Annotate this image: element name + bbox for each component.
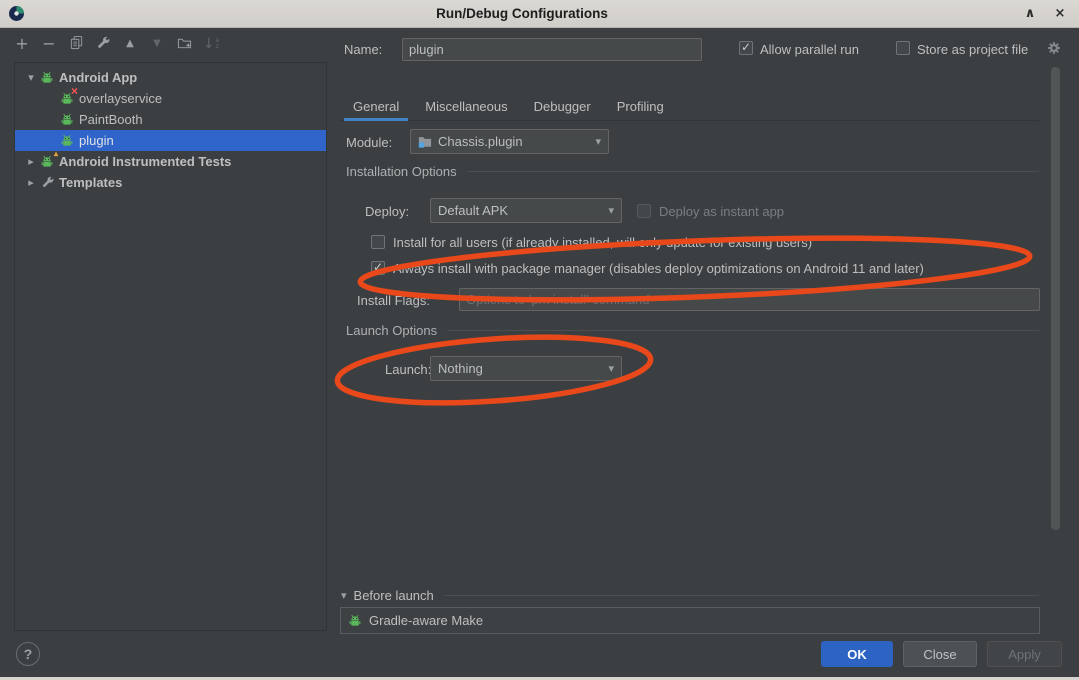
deploy-value: Default APK	[438, 203, 602, 218]
add-icon: +	[15, 37, 28, 51]
tab-profiling[interactable]: Profiling	[604, 92, 677, 120]
launch-dropdown[interactable]: Nothing ▾	[430, 356, 622, 381]
vertical-scrollbar[interactable]	[1051, 67, 1060, 530]
section-divider	[444, 595, 1039, 596]
android-studio-app-icon	[8, 5, 25, 22]
wrench-icon	[96, 36, 110, 53]
before-launch-title: Before launch	[354, 588, 434, 603]
close-window-icon[interactable]: ×	[1049, 6, 1071, 21]
android-icon	[347, 613, 363, 628]
move-down-button[interactable]: ▼	[148, 35, 166, 53]
close-button[interactable]: Close	[903, 641, 977, 667]
tab-miscellaneous[interactable]: Miscellaneous	[412, 92, 520, 120]
run-debug-configurations-dialog: Run/Debug Configurations ∧ × + −	[0, 0, 1079, 680]
deploy-label: Deploy:	[365, 204, 409, 219]
section-divider	[467, 171, 1039, 172]
launch-options-header: Launch Options	[346, 323, 1039, 338]
before-launch-header[interactable]: ▾ Before launch	[341, 588, 1039, 603]
copy-configuration-button[interactable]	[67, 35, 85, 53]
tree-item-plugin-selected[interactable]: plugin	[15, 130, 326, 151]
android-test-icon	[39, 154, 55, 169]
copy-icon	[69, 35, 84, 53]
install-flags-label: Install Flags:	[357, 293, 430, 308]
sort-configurations-button[interactable]: ↓ a z	[202, 35, 220, 53]
titlebar: Run/Debug Configurations ∧ ×	[0, 0, 1079, 28]
name-label: Name:	[344, 42, 382, 57]
dropdown-arrow-icon: ▾	[595, 135, 601, 148]
android-icon	[59, 112, 75, 127]
android-icon	[59, 133, 75, 148]
launch-options-title: Launch Options	[346, 323, 437, 338]
tree-item-label: PaintBooth	[79, 112, 143, 127]
shade-window-icon[interactable]: ∧	[1019, 6, 1041, 21]
allow-parallel-run-label: Allow parallel run	[760, 42, 859, 57]
dropdown-arrow-icon: ▾	[608, 204, 614, 217]
configuration-tabs: General Miscellaneous Debugger Profiling	[340, 92, 1039, 121]
tree-item-android-instrumented-tests[interactable]: ▸ Android Instrumented Tests	[15, 151, 326, 172]
remove-icon: −	[42, 37, 55, 51]
android-icon	[39, 70, 55, 85]
tree-item-label: Android Instrumented Tests	[59, 154, 231, 169]
module-value: Chassis.plugin	[438, 134, 589, 149]
configurations-toolbar: + − ▲ ▼	[13, 35, 220, 53]
installation-options-header: Installation Options	[346, 164, 1039, 179]
before-launch-task-list[interactable]: Gradle-aware Make	[340, 607, 1040, 634]
name-input[interactable]	[402, 38, 702, 61]
tree-item-android-app[interactable]: ▾ Android App	[15, 67, 326, 88]
chevron-right-icon[interactable]: ▸	[23, 155, 39, 168]
apply-button[interactable]: Apply	[987, 641, 1062, 667]
store-as-project-file-checkbox[interactable]	[896, 41, 910, 55]
move-down-icon: ▼	[153, 37, 161, 51]
move-up-button[interactable]: ▲	[121, 35, 139, 53]
dropdown-arrow-icon: ▾	[608, 362, 614, 375]
new-folder-icon	[177, 35, 192, 53]
always-install-package-manager-label: Always install with package manager (dis…	[393, 261, 924, 276]
tree-item-overlayservice[interactable]: overlayservice	[15, 88, 326, 109]
tree-item-label: plugin	[79, 133, 114, 148]
allow-parallel-run-checkbox[interactable]	[739, 41, 753, 55]
move-up-icon: ▲	[126, 37, 134, 51]
store-as-project-file-label: Store as project file	[917, 42, 1028, 57]
tree-item-label: overlayservice	[79, 91, 162, 106]
android-error-icon	[59, 91, 75, 106]
install-all-users-checkbox[interactable]	[371, 235, 385, 249]
wrench-icon	[39, 175, 55, 190]
module-label: Module:	[346, 135, 392, 150]
configurations-tree: ▾ Android App overlayservice PaintBooth …	[14, 62, 327, 631]
sort-az-icon: ↓	[203, 37, 215, 51]
gradle-aware-make-task: Gradle-aware Make	[369, 613, 483, 628]
help-button[interactable]: ?	[16, 642, 40, 666]
tree-item-label: Templates	[59, 175, 122, 190]
create-folder-button[interactable]	[175, 35, 193, 53]
sort-letter-z: z	[216, 44, 220, 50]
deploy-dropdown[interactable]: Default APK ▾	[430, 198, 622, 223]
tree-item-label: Android App	[59, 70, 137, 85]
tab-general[interactable]: General	[340, 92, 412, 120]
install-flags-input[interactable]	[459, 288, 1040, 311]
tree-item-paintbooth[interactable]: PaintBooth	[15, 109, 326, 130]
installation-options-title: Installation Options	[346, 164, 457, 179]
deploy-instant-app-checkbox[interactable]	[637, 204, 651, 218]
chevron-down-icon[interactable]: ▾	[23, 71, 39, 84]
launch-value: Nothing	[438, 361, 602, 376]
ok-button[interactable]: OK	[821, 641, 893, 667]
deploy-instant-app-label: Deploy as instant app	[659, 204, 784, 219]
always-install-package-manager-checkbox[interactable]	[371, 261, 385, 275]
add-configuration-button[interactable]: +	[13, 35, 31, 53]
edit-configuration-button[interactable]	[94, 35, 112, 53]
tree-item-templates[interactable]: ▸ Templates	[15, 172, 326, 193]
launch-label: Launch:	[385, 362, 431, 377]
remove-configuration-button[interactable]: −	[40, 35, 58, 53]
module-folder-icon	[418, 135, 432, 148]
window-title: Run/Debug Configurations	[25, 6, 1019, 21]
chevron-right-icon[interactable]: ▸	[23, 176, 39, 189]
section-divider	[447, 330, 1039, 331]
install-all-users-label: Install for all users (if already instal…	[393, 235, 812, 250]
gear-icon[interactable]	[1046, 40, 1062, 61]
tab-debugger[interactable]: Debugger	[521, 92, 604, 120]
collapse-arrow-icon[interactable]: ▾	[341, 589, 347, 602]
module-dropdown[interactable]: Chassis.plugin ▾	[410, 129, 609, 154]
